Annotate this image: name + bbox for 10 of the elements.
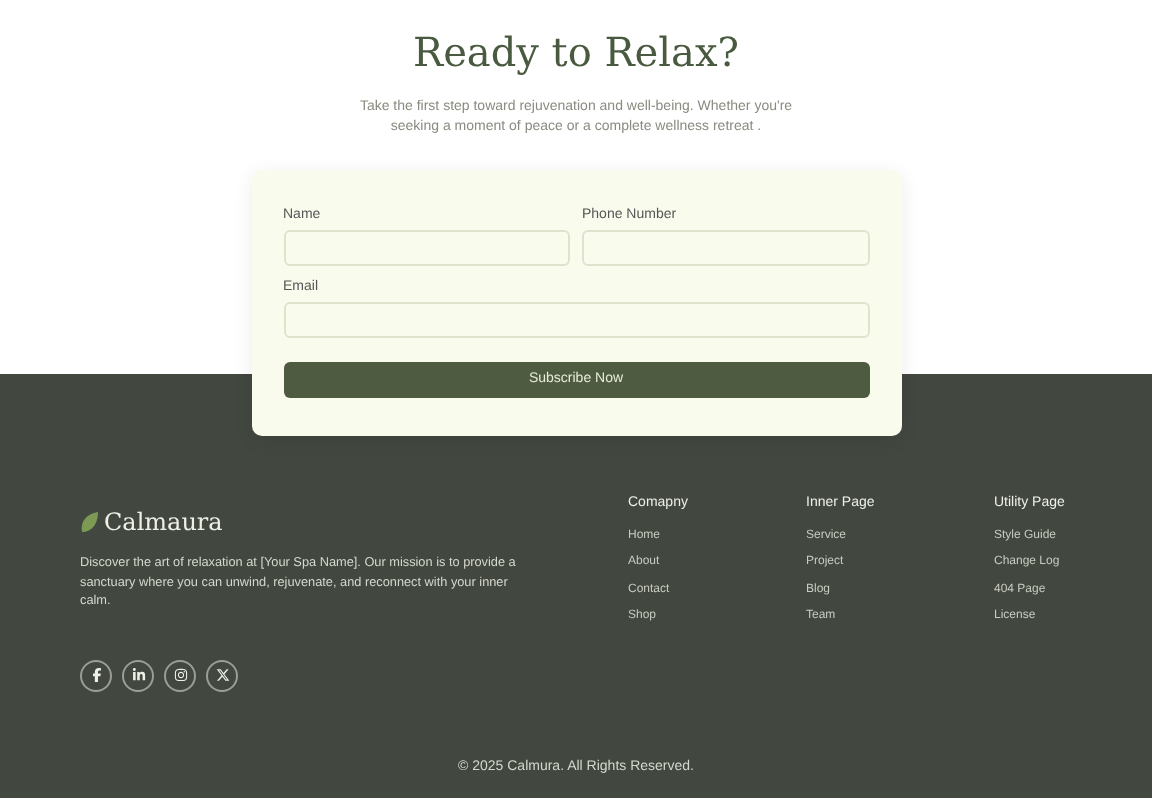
input-field[interactable] bbox=[283, 302, 869, 338]
instagram-icon[interactable] bbox=[164, 659, 196, 691]
facebook-icon[interactable] bbox=[80, 659, 112, 691]
leaf-icon bbox=[80, 511, 100, 533]
brand-logo: Calmaura bbox=[104, 508, 223, 536]
x-icon[interactable] bbox=[206, 659, 238, 691]
linkedin-icon[interactable] bbox=[122, 659, 154, 691]
input-field[interactable] bbox=[283, 230, 570, 266]
heading: Ready to Relax? bbox=[413, 26, 739, 80]
input-field[interactable] bbox=[582, 230, 869, 266]
